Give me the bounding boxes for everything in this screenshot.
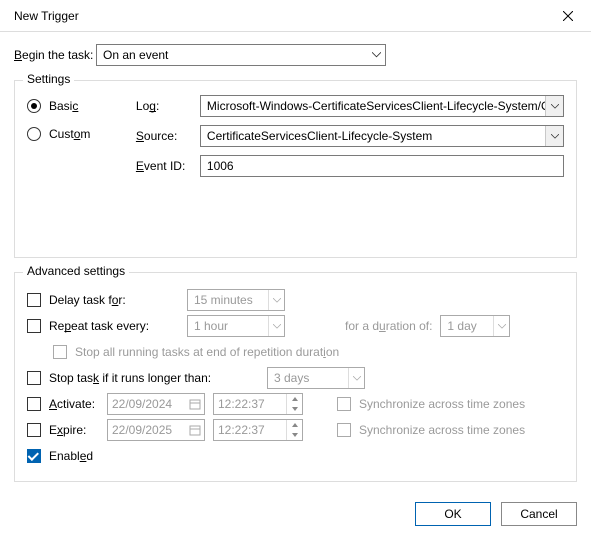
source-value: CertificateServicesClient-Lifecycle-Syst… bbox=[207, 129, 432, 143]
checkbox-icon bbox=[337, 423, 351, 437]
checkbox-icon bbox=[27, 371, 41, 385]
dialog-window: New Trigger Begin the task: On an event … bbox=[0, 0, 591, 516]
source-row: Source: CertificateServicesClient-Lifecy… bbox=[136, 125, 564, 147]
activate-date-input[interactable]: 22/09/2024 bbox=[107, 393, 205, 415]
log-row: Log: Microsoft-Windows-CertificateServic… bbox=[136, 95, 564, 117]
activate-time: 12:22:37 bbox=[218, 397, 265, 411]
begin-row: Begin the task: On an event bbox=[14, 44, 577, 66]
checkbox-icon bbox=[53, 345, 67, 359]
settings-body: Basic Custom Log: Microsoft-Windows-Cert… bbox=[27, 95, 564, 177]
stop-all-checkbox[interactable]: Stop all running tasks at end of repetit… bbox=[53, 345, 339, 359]
chevron-down-icon bbox=[545, 126, 563, 146]
source-label: Source: bbox=[136, 129, 194, 143]
expire-row: Expire: 22/09/2025 12:22:37 Synchronize … bbox=[27, 417, 564, 443]
advanced-legend: Advanced settings bbox=[23, 264, 129, 278]
settings-group: Settings Basic Custom Log: bbox=[14, 80, 577, 258]
log-combo[interactable]: Microsoft-Windows-CertificateServicesCli… bbox=[200, 95, 564, 117]
eventid-input[interactable]: 1006 bbox=[200, 155, 564, 177]
log-label: Log: bbox=[136, 99, 194, 113]
repeat-row: Repeat task every: 1 hour for a duration… bbox=[27, 313, 564, 339]
radio-basic[interactable]: Basic bbox=[27, 99, 136, 113]
cancel-button[interactable]: Cancel bbox=[501, 502, 577, 526]
radio-column: Basic Custom bbox=[27, 95, 136, 177]
stop-all-row: Stop all running tasks at end of repetit… bbox=[27, 339, 564, 365]
radio-icon bbox=[27, 127, 41, 141]
checkbox-icon bbox=[27, 293, 41, 307]
spinner-icon bbox=[286, 420, 302, 440]
stoplonger-combo[interactable]: 3 days bbox=[267, 367, 365, 389]
advanced-group: Advanced settings Delay task for: 15 min… bbox=[14, 272, 577, 482]
duration-value: 1 day bbox=[447, 319, 476, 333]
expire-time-input[interactable]: 12:22:37 bbox=[213, 419, 303, 441]
close-button[interactable] bbox=[545, 0, 591, 32]
chevron-down-icon bbox=[372, 52, 381, 58]
calendar-icon bbox=[188, 424, 202, 436]
begin-task-value: On an event bbox=[103, 48, 168, 62]
repeat-combo[interactable]: 1 hour bbox=[187, 315, 285, 337]
checkbox-icon bbox=[27, 397, 41, 411]
expire-date: 22/09/2025 bbox=[112, 423, 172, 437]
settings-legend: Settings bbox=[23, 72, 74, 86]
delay-combo[interactable]: 15 minutes bbox=[187, 289, 285, 311]
sync-label-2: Synchronize across time zones bbox=[359, 423, 525, 437]
expire-date-input[interactable]: 22/09/2025 bbox=[107, 419, 205, 441]
footer: OK Cancel bbox=[0, 492, 591, 538]
stoplonger-row: Stop task if it runs longer than: 3 days bbox=[27, 365, 564, 391]
chevron-down-icon bbox=[348, 368, 364, 388]
repeat-checkbox[interactable]: Repeat task every: bbox=[27, 319, 179, 333]
title-bar: New Trigger bbox=[0, 0, 591, 32]
close-icon bbox=[563, 11, 573, 21]
repeat-value: 1 hour bbox=[194, 319, 228, 333]
delay-checkbox[interactable]: Delay task for: bbox=[27, 293, 179, 307]
chevron-down-icon bbox=[545, 96, 563, 116]
calendar-icon bbox=[188, 398, 202, 410]
begin-task-combo[interactable]: On an event bbox=[96, 44, 386, 66]
enabled-row: Enabled bbox=[27, 443, 564, 469]
ok-button[interactable]: OK bbox=[415, 502, 491, 526]
sync-label-1: Synchronize across time zones bbox=[359, 397, 525, 411]
enabled-checkbox[interactable]: Enabled bbox=[27, 449, 93, 463]
window-title: New Trigger bbox=[14, 9, 545, 23]
activate-date: 22/09/2024 bbox=[112, 397, 172, 411]
delay-value: 15 minutes bbox=[194, 293, 253, 307]
radio-icon bbox=[27, 99, 41, 113]
duration-combo[interactable]: 1 day bbox=[440, 315, 510, 337]
eventid-row: Event ID: 1006 bbox=[136, 155, 564, 177]
radio-custom[interactable]: Custom bbox=[27, 127, 136, 141]
chevron-down-icon bbox=[268, 290, 284, 310]
log-value: Microsoft-Windows-CertificateServicesCli… bbox=[207, 99, 557, 113]
checkbox-icon bbox=[27, 423, 41, 437]
source-combo[interactable]: CertificateServicesClient-Lifecycle-Syst… bbox=[200, 125, 564, 147]
duration-label: for a duration of: bbox=[345, 319, 432, 333]
expire-sync-checkbox[interactable]: Synchronize across time zones bbox=[337, 423, 525, 437]
fields-column: Log: Microsoft-Windows-CertificateServic… bbox=[136, 95, 564, 177]
chevron-down-icon bbox=[268, 316, 284, 336]
stoplonger-value: 3 days bbox=[274, 371, 309, 385]
chevron-down-icon bbox=[493, 316, 509, 336]
begin-label: Begin the task: bbox=[14, 48, 96, 62]
spinner-icon bbox=[286, 394, 302, 414]
content-area: Begin the task: On an event Settings Bas… bbox=[0, 32, 591, 492]
eventid-value: 1006 bbox=[207, 159, 234, 173]
activate-checkbox[interactable]: Activate: bbox=[27, 397, 99, 411]
activate-time-input[interactable]: 12:22:37 bbox=[213, 393, 303, 415]
expire-time: 12:22:37 bbox=[218, 423, 265, 437]
delay-row: Delay task for: 15 minutes bbox=[27, 287, 564, 313]
checkbox-icon bbox=[27, 449, 41, 463]
activate-sync-checkbox[interactable]: Synchronize across time zones bbox=[337, 397, 525, 411]
expire-checkbox[interactable]: Expire: bbox=[27, 423, 99, 437]
checkbox-icon bbox=[27, 319, 41, 333]
eventid-label: Event ID: bbox=[136, 159, 194, 173]
stoplonger-checkbox[interactable]: Stop task if it runs longer than: bbox=[27, 371, 259, 385]
checkbox-icon bbox=[337, 397, 351, 411]
activate-row: Activate: 22/09/2024 12:22:37 Synchroniz… bbox=[27, 391, 564, 417]
